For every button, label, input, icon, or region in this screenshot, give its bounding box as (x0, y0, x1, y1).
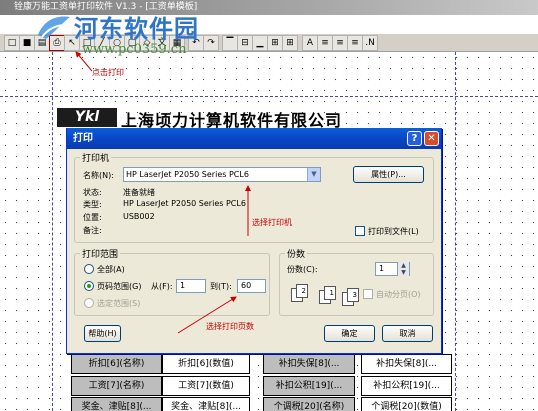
copies-spinner[interactable]: ▲ ▼ (397, 262, 409, 276)
copies-input[interactable]: 1 ▲ ▼ (375, 262, 410, 276)
location-label: 位置: (83, 213, 102, 222)
collate-page-icon: 2 (296, 284, 308, 298)
table-cell[interactable]: 折扣[6](数值) (162, 354, 250, 374)
help-title-button[interactable]: ? (407, 131, 422, 146)
watermark: 河东软件园 www.pc0359.cn (34, 7, 234, 65)
comment-label: 备注: (83, 226, 102, 235)
print-to-file-label: 打印到文件(L) (368, 227, 419, 236)
copies-value: 1 (379, 264, 385, 273)
align-bottom-icon[interactable]: ▁ (252, 35, 268, 51)
range-all-label: 全部(A) (97, 265, 125, 274)
collate-page-icon: 3 (347, 288, 359, 302)
align-middle-icon[interactable]: ⊟ (237, 35, 253, 51)
watermark-text: 河东软件园 (74, 14, 199, 43)
print-to-file-checkbox[interactable] (355, 226, 365, 236)
watermark-logo-icon (38, 16, 70, 39)
from-label: 从(F): (151, 282, 173, 291)
location-value: USB002 (123, 212, 155, 221)
range-pages-radio[interactable] (84, 281, 94, 291)
table-cell[interactable]: 补扣公积[19](... (361, 376, 452, 396)
dialog-title: 打印 (73, 133, 93, 144)
status-label: 状态: (83, 188, 102, 197)
range-selection-radio[interactable] (84, 298, 94, 308)
copies-group-label: 份数 (285, 247, 308, 260)
printer-name-label: 名称(N): (83, 171, 114, 180)
annotation-select-printer: 选择打印机 (252, 218, 292, 227)
type-value: HP LaserJet P2050 Series PCL6 (123, 199, 246, 208)
range-pages-label: 页码范围(G) (97, 282, 142, 291)
align-right-icon[interactable]: ≡ (347, 35, 363, 51)
table-cell[interactable]: 折扣[6](名称) (71, 354, 162, 374)
margin-line-left (52, 52, 53, 411)
annotation-select-pages: 选择打印页数 (206, 322, 254, 331)
close-title-button[interactable]: ✕ (424, 131, 439, 146)
table-cell[interactable]: 个调税[20](数值) (361, 397, 452, 411)
print-dialog: 打印 ? ✕ 打印机 名称(N): HP LaserJet P2050 Seri… (66, 128, 442, 354)
help-button[interactable]: 帮助(H) (84, 325, 121, 342)
margin-line-top (0, 96, 538, 97)
table-cell[interactable]: 补扣失保[8](... (361, 354, 452, 374)
table-cell[interactable]: 工资[7](数值) (162, 376, 250, 396)
distribute-h-icon[interactable]: ⊞ (267, 35, 283, 51)
table-cell[interactable]: 奖金、津贴[8](... (162, 397, 250, 411)
company-logo: Ykl (57, 108, 117, 127)
to-page-input[interactable]: 60 (237, 279, 266, 293)
to-label: 到(T): (210, 282, 232, 291)
printer-select[interactable]: HP LaserJet P2050 Series PCL6 ▼ (123, 167, 321, 182)
table-cell[interactable]: 个调税[20](名称) (263, 397, 355, 411)
align-center-icon[interactable]: ≡ (332, 35, 348, 51)
printer-group-label: 打印机 (80, 151, 112, 164)
annotation-click-print: 点击打印 (92, 68, 124, 77)
range-group-label: 打印范围 (80, 247, 121, 260)
status-value: 准备就绪 (123, 188, 155, 197)
collate-label: 自动分页(O) (376, 290, 421, 299)
margin-line-right (455, 52, 456, 411)
table-cell[interactable]: 补扣失保[8](... (263, 354, 355, 374)
watermark-url: www.pc0359.cn (82, 42, 187, 57)
chevron-down-icon[interactable]: ▼ (307, 168, 320, 181)
new-icon[interactable]: □ (4, 35, 20, 51)
range-selection-label: 选定范围(S) (97, 299, 141, 308)
from-page-input[interactable]: 1 (176, 279, 206, 293)
save-icon[interactable]: ■ (19, 35, 35, 51)
collate-checkbox[interactable] (363, 289, 373, 299)
dialog-title-bar[interactable]: 打印 (67, 128, 441, 149)
copies-label: 份数(C): (287, 265, 318, 274)
table-icon[interactable]: ⊞ (282, 35, 298, 51)
font-icon[interactable]: A (302, 35, 318, 51)
number-format-icon[interactable]: .N (362, 35, 378, 51)
type-label: 类型: (83, 200, 102, 209)
properties-button[interactable]: 属性(P)... (353, 166, 424, 183)
ok-button[interactable]: 确定 (324, 325, 375, 342)
table-cell[interactable]: 补扣公积[19](... (263, 376, 355, 396)
range-all-radio[interactable] (84, 264, 94, 274)
align-left-icon[interactable]: ≡ (317, 35, 333, 51)
printer-select-value: HP LaserJet P2050 Series PCL6 (126, 170, 249, 179)
table-cell[interactable]: 工资[7](名称) (71, 376, 162, 396)
collate-page-icon: 1 (324, 286, 336, 300)
cancel-button[interactable]: 取消 (382, 325, 433, 342)
table-cell[interactable]: 奖金、津贴[8](... (71, 397, 162, 411)
